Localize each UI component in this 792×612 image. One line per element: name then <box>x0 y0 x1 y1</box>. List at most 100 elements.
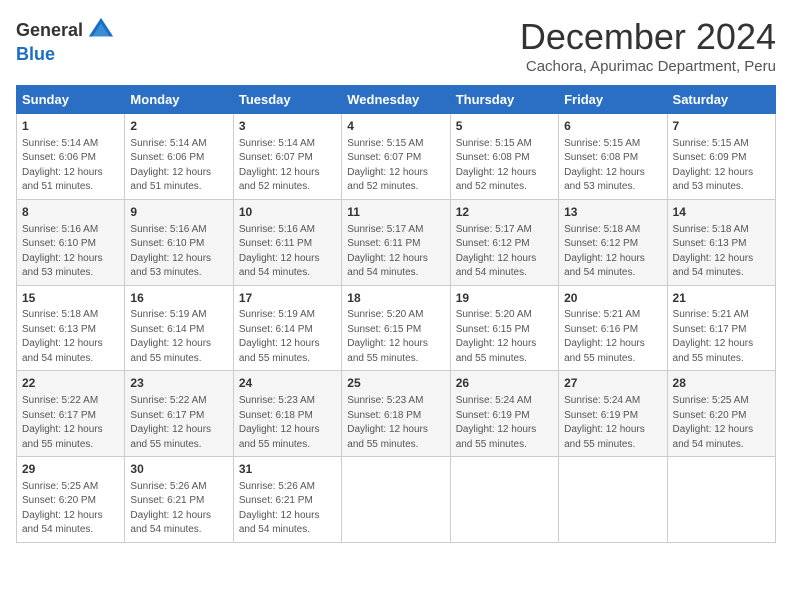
calendar-cell: 24Sunrise: 5:23 AMSunset: 6:18 PMDayligh… <box>233 371 341 457</box>
day-info: Sunrise: 5:14 AMSunset: 6:06 PMDaylight:… <box>130 137 227 195</box>
day-number: 18 <box>347 290 444 307</box>
day-info: Sunrise: 5:21 AMSunset: 6:17 PMDaylight:… <box>673 308 770 366</box>
header: General Blue December 2024 Cachora, Apur… <box>16 16 776 75</box>
day-info: Sunrise: 5:16 AMSunset: 6:10 PMDaylight:… <box>22 223 119 281</box>
calendar-cell: 11Sunrise: 5:17 AMSunset: 6:11 PMDayligh… <box>342 199 450 285</box>
day-number: 3 <box>239 118 336 135</box>
day-info: Sunrise: 5:15 AMSunset: 6:07 PMDaylight:… <box>347 137 444 195</box>
calendar-table: SundayMondayTuesdayWednesdayThursdayFrid… <box>16 85 776 543</box>
calendar-cell <box>342 457 450 543</box>
calendar-cell: 14 Sunrise: 5:18 AMSunset: 6:13 PMDayligh… <box>667 199 775 285</box>
calendar-cell <box>667 457 775 543</box>
header-day-friday: Friday <box>559 86 667 114</box>
day-number: 19 <box>456 290 553 307</box>
day-number: 22 <box>22 375 119 392</box>
day-info: Sunrise: 5:25 AMSunset: 6:20 PMDaylight:… <box>673 394 770 452</box>
day-number: 6 <box>564 118 661 135</box>
day-info: Sunrise: 5:16 AMSunset: 6:10 PMDaylight:… <box>130 223 227 281</box>
calendar-cell: 22 Sunrise: 5:22 AMSunset: 6:17 PMDayligh… <box>17 371 125 457</box>
day-info: Sunrise: 5:24 AMSunset: 6:19 PMDaylight:… <box>456 394 553 452</box>
calendar-cell: 25Sunrise: 5:23 AMSunset: 6:18 PMDayligh… <box>342 371 450 457</box>
calendar-cell: 26Sunrise: 5:24 AMSunset: 6:19 PMDayligh… <box>450 371 558 457</box>
calendar-cell: 31 Sunrise: 5:26 AMSunset: 6:21 PMDayligh… <box>233 457 341 543</box>
day-number: 17 <box>239 290 336 307</box>
day-info: Sunrise: 5:17 AMSunset: 6:11 PMDaylight:… <box>347 223 444 281</box>
calendar-cell: 5 Sunrise: 5:15 AMSunset: 6:08 PMDaylight… <box>450 114 558 200</box>
calendar-cell: 2 Sunrise: 5:14 AMSunset: 6:06 PMDaylight… <box>125 114 233 200</box>
calendar-cell: 28Sunrise: 5:25 AMSunset: 6:20 PMDayligh… <box>667 371 775 457</box>
calendar-cell: 8 Sunrise: 5:16 AMSunset: 6:10 PMDaylight… <box>17 199 125 285</box>
calendar-cell: 1 Sunrise: 5:14 AMSunset: 6:06 PMDaylight… <box>17 114 125 200</box>
day-info: Sunrise: 5:22 AMSunset: 6:17 PMDaylight:… <box>22 394 119 452</box>
calendar-cell: 29Sunrise: 5:25 AMSunset: 6:20 PMDayligh… <box>17 457 125 543</box>
title-area: December 2024 Cachora, Apurimac Departme… <box>520 16 776 75</box>
day-number: 4 <box>347 118 444 135</box>
calendar-cell: 30 Sunrise: 5:26 AMSunset: 6:21 PMDayligh… <box>125 457 233 543</box>
logo-icon <box>87 16 115 44</box>
day-info: Sunrise: 5:21 AMSunset: 6:16 PMDaylight:… <box>564 308 661 366</box>
day-number: 20 <box>564 290 661 307</box>
day-info: Sunrise: 5:14 AMSunset: 6:06 PMDaylight:… <box>22 137 119 195</box>
calendar-cell <box>559 457 667 543</box>
calendar-cell: 15Sunrise: 5:18 AMSunset: 6:13 PMDayligh… <box>17 285 125 371</box>
day-number: 21 <box>673 290 770 307</box>
day-number: 1 <box>22 118 119 135</box>
calendar-cell: 6 Sunrise: 5:15 AMSunset: 6:08 PMDaylight… <box>559 114 667 200</box>
day-info: Sunrise: 5:25 AMSunset: 6:20 PMDaylight:… <box>22 480 119 538</box>
day-number: 16 <box>130 290 227 307</box>
day-info: Sunrise: 5:15 AMSunset: 6:08 PMDaylight:… <box>564 137 661 195</box>
day-info: Sunrise: 5:26 AMSunset: 6:21 PMDaylight:… <box>239 480 336 538</box>
day-number: 5 <box>456 118 553 135</box>
day-info: Sunrise: 5:14 AMSunset: 6:07 PMDaylight:… <box>239 137 336 195</box>
calendar-cell: 12Sunrise: 5:17 AMSunset: 6:12 PMDayligh… <box>450 199 558 285</box>
day-number: 30 <box>130 461 227 478</box>
calendar-cell: 20Sunrise: 5:21 AMSunset: 6:16 PMDayligh… <box>559 285 667 371</box>
day-number: 12 <box>456 204 553 221</box>
day-number: 2 <box>130 118 227 135</box>
month-title: December 2024 <box>520 16 776 58</box>
week-row-1: 1 Sunrise: 5:14 AMSunset: 6:06 PMDaylight… <box>17 114 776 200</box>
calendar-cell: 19Sunrise: 5:20 AMSunset: 6:15 PMDayligh… <box>450 285 558 371</box>
day-number: 13 <box>564 204 661 221</box>
day-number: 10 <box>239 204 336 221</box>
header-row: SundayMondayTuesdayWednesdayThursdayFrid… <box>17 86 776 114</box>
week-row-2: 8 Sunrise: 5:16 AMSunset: 6:10 PMDaylight… <box>17 199 776 285</box>
week-row-5: 29Sunrise: 5:25 AMSunset: 6:20 PMDayligh… <box>17 457 776 543</box>
day-number: 9 <box>130 204 227 221</box>
calendar-cell: 3 Sunrise: 5:14 AMSunset: 6:07 PMDaylight… <box>233 114 341 200</box>
day-info: Sunrise: 5:18 AMSunset: 6:13 PMDaylight:… <box>22 308 119 366</box>
subtitle: Cachora, Apurimac Department, Peru <box>520 58 776 75</box>
day-number: 8 <box>22 204 119 221</box>
calendar-cell: 27Sunrise: 5:24 AMSunset: 6:19 PMDayligh… <box>559 371 667 457</box>
calendar-cell: 9 Sunrise: 5:16 AMSunset: 6:10 PMDaylight… <box>125 199 233 285</box>
day-info: Sunrise: 5:22 AMSunset: 6:17 PMDaylight:… <box>130 394 227 452</box>
day-info: Sunrise: 5:15 AMSunset: 6:09 PMDaylight:… <box>673 137 770 195</box>
day-info: Sunrise: 5:15 AMSunset: 6:08 PMDaylight:… <box>456 137 553 195</box>
header-day-sunday: Sunday <box>17 86 125 114</box>
day-info: Sunrise: 5:16 AMSunset: 6:11 PMDaylight:… <box>239 223 336 281</box>
header-day-wednesday: Wednesday <box>342 86 450 114</box>
header-day-tuesday: Tuesday <box>233 86 341 114</box>
day-number: 27 <box>564 375 661 392</box>
day-number: 23 <box>130 375 227 392</box>
calendar-cell <box>450 457 558 543</box>
day-number: 31 <box>239 461 336 478</box>
day-number: 7 <box>673 118 770 135</box>
calendar-cell: 4 Sunrise: 5:15 AMSunset: 6:07 PMDaylight… <box>342 114 450 200</box>
calendar-cell: 7 Sunrise: 5:15 AMSunset: 6:09 PMDaylight… <box>667 114 775 200</box>
week-row-4: 22 Sunrise: 5:22 AMSunset: 6:17 PMDayligh… <box>17 371 776 457</box>
day-info: Sunrise: 5:26 AMSunset: 6:21 PMDaylight:… <box>130 480 227 538</box>
header-day-saturday: Saturday <box>667 86 775 114</box>
calendar-cell: 18Sunrise: 5:20 AMSunset: 6:15 PMDayligh… <box>342 285 450 371</box>
day-info: Sunrise: 5:20 AMSunset: 6:15 PMDaylight:… <box>456 308 553 366</box>
calendar-cell: 23 Sunrise: 5:22 AMSunset: 6:17 PMDayligh… <box>125 371 233 457</box>
day-number: 14 <box>673 204 770 221</box>
day-info: Sunrise: 5:20 AMSunset: 6:15 PMDaylight:… <box>347 308 444 366</box>
day-number: 15 <box>22 290 119 307</box>
header-day-thursday: Thursday <box>450 86 558 114</box>
calendar-cell: 10 Sunrise: 5:16 AMSunset: 6:11 PMDayligh… <box>233 199 341 285</box>
day-info: Sunrise: 5:18 AMSunset: 6:13 PMDaylight:… <box>673 223 770 281</box>
day-number: 25 <box>347 375 444 392</box>
day-info: Sunrise: 5:18 AMSunset: 6:12 PMDaylight:… <box>564 223 661 281</box>
day-number: 24 <box>239 375 336 392</box>
